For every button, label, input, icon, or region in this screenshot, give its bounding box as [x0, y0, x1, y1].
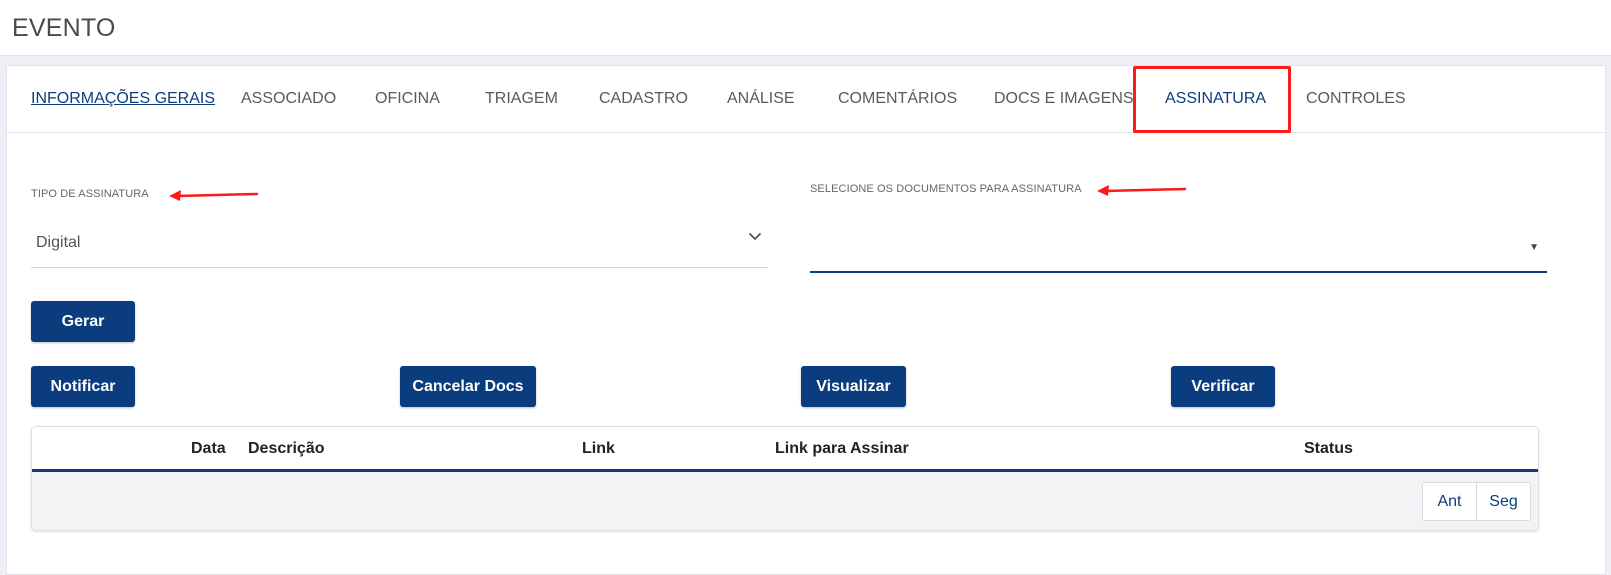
tab-bar: INFORMAÇÕES GERAIS ASSOCIADO OFICINA TRI… — [7, 66, 1605, 133]
tipo-assinatura-value: Digital — [36, 234, 81, 251]
top-bar: EVENTO — [0, 0, 1611, 56]
visualizar-button[interactable]: Visualizar — [801, 366, 906, 407]
table-header: Data Descrição Link Link para Assinar St… — [32, 427, 1538, 472]
previous-page-button[interactable]: Ant — [1423, 483, 1476, 520]
documentos-select[interactable]: ▼ — [810, 216, 1547, 273]
tab-triagem[interactable]: TRIAGEM — [485, 90, 558, 108]
notificar-button[interactable]: Notificar — [31, 366, 135, 407]
arrow-left-icon — [169, 190, 259, 201]
column-header-status[interactable]: Status — [1304, 440, 1353, 458]
tab-oficina[interactable]: OFICINA — [375, 90, 440, 108]
tab-docs-e-imagens[interactable]: DOCS E IMAGENS — [994, 90, 1134, 108]
gerar-button[interactable]: Gerar — [31, 301, 135, 342]
column-header-data[interactable]: Data — [191, 440, 226, 458]
table-footer: Ant Seg — [32, 472, 1538, 530]
tab-cadastro[interactable]: CADASTRO — [599, 90, 688, 108]
tab-comentarios[interactable]: COMENTÁRIOS — [838, 90, 957, 108]
tab-informacoes-gerais[interactable]: INFORMAÇÕES GERAIS — [31, 90, 215, 108]
annotation-highlight-box — [1133, 66, 1291, 133]
verificar-button[interactable]: Verificar — [1171, 366, 1275, 407]
documentos-label: SELECIONE OS DOCUMENTOS PARA ASSINATURA — [810, 183, 1082, 195]
assinatura-table: Data Descrição Link Link para Assinar St… — [31, 426, 1539, 531]
tipo-assinatura-select[interactable]: Digital — [31, 216, 768, 268]
tab-associado[interactable]: ASSOCIADO — [241, 90, 336, 108]
next-page-button[interactable]: Seg — [1476, 483, 1530, 520]
tipo-assinatura-label: TIPO DE ASSINATURA — [31, 188, 149, 200]
tab-analise[interactable]: ANÁLISE — [727, 90, 795, 108]
column-header-descricao[interactable]: Descrição — [248, 440, 325, 458]
chevron-down-icon — [749, 233, 761, 240]
column-header-link[interactable]: Link — [582, 440, 615, 458]
column-header-link-para-assinar[interactable]: Link para Assinar — [775, 440, 909, 458]
event-card: INFORMAÇÕES GERAIS ASSOCIADO OFICINA TRI… — [6, 65, 1606, 575]
cancelar-docs-button[interactable]: Cancelar Docs — [400, 366, 536, 407]
caret-down-icon: ▼ — [1529, 242, 1539, 253]
tab-controles[interactable]: CONTROLES — [1306, 90, 1406, 108]
page-title: EVENTO — [12, 14, 116, 42]
pagination: Ant Seg — [1422, 482, 1531, 521]
arrow-left-icon — [1097, 185, 1187, 196]
